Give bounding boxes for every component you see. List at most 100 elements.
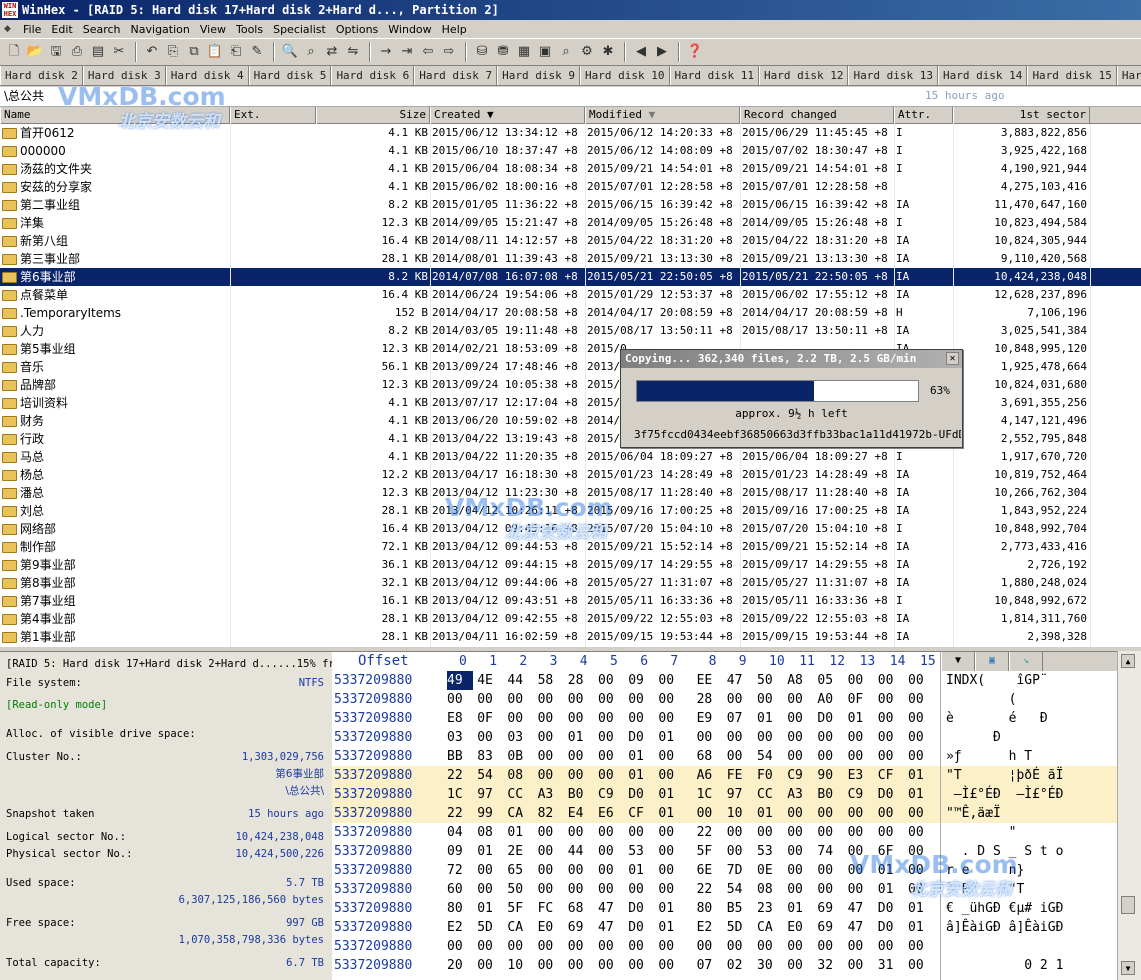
file-row[interactable]: 马总 4.1 KB 2013/04/22 11:20:35 +8 2015/06/04… (0, 448, 1141, 466)
hex-byte[interactable]: 00 (507, 690, 533, 709)
forward-icon[interactable]: ⇨ (439, 42, 459, 62)
hex-byte[interactable]: 00 (848, 804, 874, 823)
hex-byte[interactable]: 22 (697, 880, 723, 899)
hex-byte[interactable]: 00 (908, 880, 934, 899)
hex-byte[interactable]: 00 (598, 766, 624, 785)
hex-byte[interactable]: 00 (878, 728, 904, 747)
tab-hard-disk-13[interactable]: Hard disk 13 (848, 66, 938, 85)
undo-icon[interactable]: ↶ (142, 42, 162, 62)
hex-byte[interactable]: 31 (878, 956, 904, 975)
hex-byte[interactable]: 08 (507, 766, 533, 785)
hex-byte[interactable]: 00 (697, 937, 723, 956)
hex-byte[interactable]: D0 (817, 709, 843, 728)
text-row[interactable]: "™Ê‚äæÏ (941, 804, 1117, 823)
save-icon[interactable]: 🖫 (46, 42, 66, 62)
hex-byte[interactable]: E3 (848, 766, 874, 785)
hex-byte[interactable]: 00 (538, 747, 564, 766)
hex-byte[interactable]: 00 (477, 861, 503, 880)
hex-byte[interactable]: 80 (697, 899, 723, 918)
hex-byte[interactable]: 00 (757, 690, 783, 709)
hex-byte[interactable]: 47 (727, 671, 753, 690)
hex-byte[interactable]: 4E (477, 671, 503, 690)
hash-icon[interactable]: ⚙ (577, 42, 597, 62)
hex-byte[interactable]: B5 (727, 899, 753, 918)
hex-byte[interactable]: 69 (817, 899, 843, 918)
hex-byte[interactable]: 47 (598, 918, 624, 937)
hex-byte[interactable]: 00 (538, 690, 564, 709)
hex-byte[interactable]: 01 (628, 766, 654, 785)
hex-byte[interactable]: 00 (538, 709, 564, 728)
file-row[interactable]: 制作部 72.1 KB 2013/04/12 09:44:53 +8 2015/09/… (0, 538, 1141, 556)
hex-byte[interactable]: 00 (908, 861, 934, 880)
tab-hard-disk-5[interactable]: Hard disk 5 (248, 66, 332, 85)
hex-byte[interactable]: 01 (658, 728, 684, 747)
hex-byte[interactable]: 00 (538, 937, 564, 956)
hex-byte[interactable]: CC (507, 785, 533, 804)
find-text-icon[interactable]: 🔍 (280, 42, 300, 62)
hex-byte[interactable]: CA (507, 804, 533, 823)
hex-byte[interactable]: 01 (477, 842, 503, 861)
menu-tools[interactable]: Tools (231, 23, 268, 36)
file-row[interactable]: 人力 8.2 KB 2014/03/05 19:11:48 +8 2015/08/17… (0, 322, 1141, 340)
hex-byte[interactable]: 01 (848, 709, 874, 728)
hex-byte[interactable]: D0 (628, 785, 654, 804)
hex-byte[interactable]: 00 (787, 804, 813, 823)
col-1st-sector[interactable]: 1st sector (953, 107, 1090, 124)
hex-byte[interactable]: 00 (658, 709, 684, 728)
arrow-icon[interactable]: ↘ (1009, 652, 1043, 671)
file-row[interactable]: 第6事业部 8.2 KB 2014/07/08 16:07:08 +8 2015/05… (0, 268, 1141, 286)
hex-byte[interactable]: 54 (477, 766, 503, 785)
tab-hard-disk-14[interactable]: Hard disk 14 (937, 66, 1028, 85)
hex-byte[interactable]: 00 (848, 861, 874, 880)
text-row[interactable]: Ð (941, 728, 1117, 747)
text-row[interactable]: è é Ð (941, 709, 1117, 728)
hex-byte[interactable]: 54 (757, 747, 783, 766)
file-row[interactable]: 刘总 28.1 KB 2013/04/12 10:26:11 +8 2015/09/1… (0, 502, 1141, 520)
ram-icon[interactable]: ▦ (514, 42, 534, 62)
scroll-down-icon[interactable]: ▼ (1121, 961, 1135, 975)
file-row[interactable]: 第三事业部 28.1 KB 2014/08/01 11:39:43 +8 2015/0… (0, 250, 1141, 268)
hex-byte[interactable]: 00 (477, 937, 503, 956)
hex-byte[interactable]: 74 (817, 842, 843, 861)
col-attr[interactable]: Attr. (894, 107, 953, 124)
dropdown-icon[interactable]: ▼ (941, 652, 975, 671)
hex-byte[interactable]: B0 (817, 785, 843, 804)
hex-byte[interactable]: 00 (908, 690, 934, 709)
menu-navigation[interactable]: Navigation (126, 23, 195, 36)
file-row[interactable]: .TemporaryItems 152 B 2014/04/17 20:08:58 … (0, 304, 1141, 322)
hex-byte[interactable]: 00 (628, 690, 654, 709)
file-row[interactable]: 行政4.1 KB2013/04/22 13:19:43 +82015/0IA2,… (0, 430, 1141, 448)
hex-byte[interactable]: 69 (817, 918, 843, 937)
hex-byte[interactable]: BB (447, 747, 473, 766)
hex-byte[interactable]: 00 (848, 728, 874, 747)
paste-special-icon[interactable]: ⎗ (226, 42, 246, 62)
hex-byte[interactable]: 00 (817, 728, 843, 747)
hex-byte[interactable]: 00 (658, 880, 684, 899)
hex-byte[interactable]: 0B (507, 747, 533, 766)
hex-byte[interactable]: 49 (447, 671, 473, 690)
col-size[interactable]: Size (316, 107, 430, 124)
hex-byte[interactable]: 00 (538, 842, 564, 861)
hex-byte[interactable]: 00 (628, 823, 654, 842)
hex-byte[interactable]: 00 (817, 880, 843, 899)
help-icon[interactable]: ❓ (685, 42, 705, 62)
hex-byte[interactable]: 02 (727, 956, 753, 975)
write-icon[interactable]: ✎ (247, 42, 267, 62)
hex-byte[interactable]: CF (878, 766, 904, 785)
hex-byte[interactable]: E4 (568, 804, 594, 823)
hex-byte[interactable]: 54 (727, 880, 753, 899)
hex-byte[interactable]: 00 (908, 709, 934, 728)
hex-byte[interactable]: 6F (878, 842, 904, 861)
hex-byte[interactable]: 00 (908, 747, 934, 766)
text-row[interactable]: ` P "T (941, 880, 1117, 899)
hex-byte[interactable]: 00 (908, 842, 934, 861)
hex-byte[interactable]: 00 (658, 861, 684, 880)
hex-byte[interactable]: 00 (568, 709, 594, 728)
hex-byte[interactable]: 07 (697, 956, 723, 975)
hex-byte[interactable]: 01 (568, 728, 594, 747)
hex-byte[interactable]: 00 (598, 690, 624, 709)
hex-byte[interactable]: 07 (727, 709, 753, 728)
hex-byte[interactable]: A3 (787, 785, 813, 804)
file-row[interactable]: 第二事业组 8.2 KB 2015/01/05 11:36:22 +8 2015/06… (0, 196, 1141, 214)
hex-byte[interactable]: 22 (697, 823, 723, 842)
